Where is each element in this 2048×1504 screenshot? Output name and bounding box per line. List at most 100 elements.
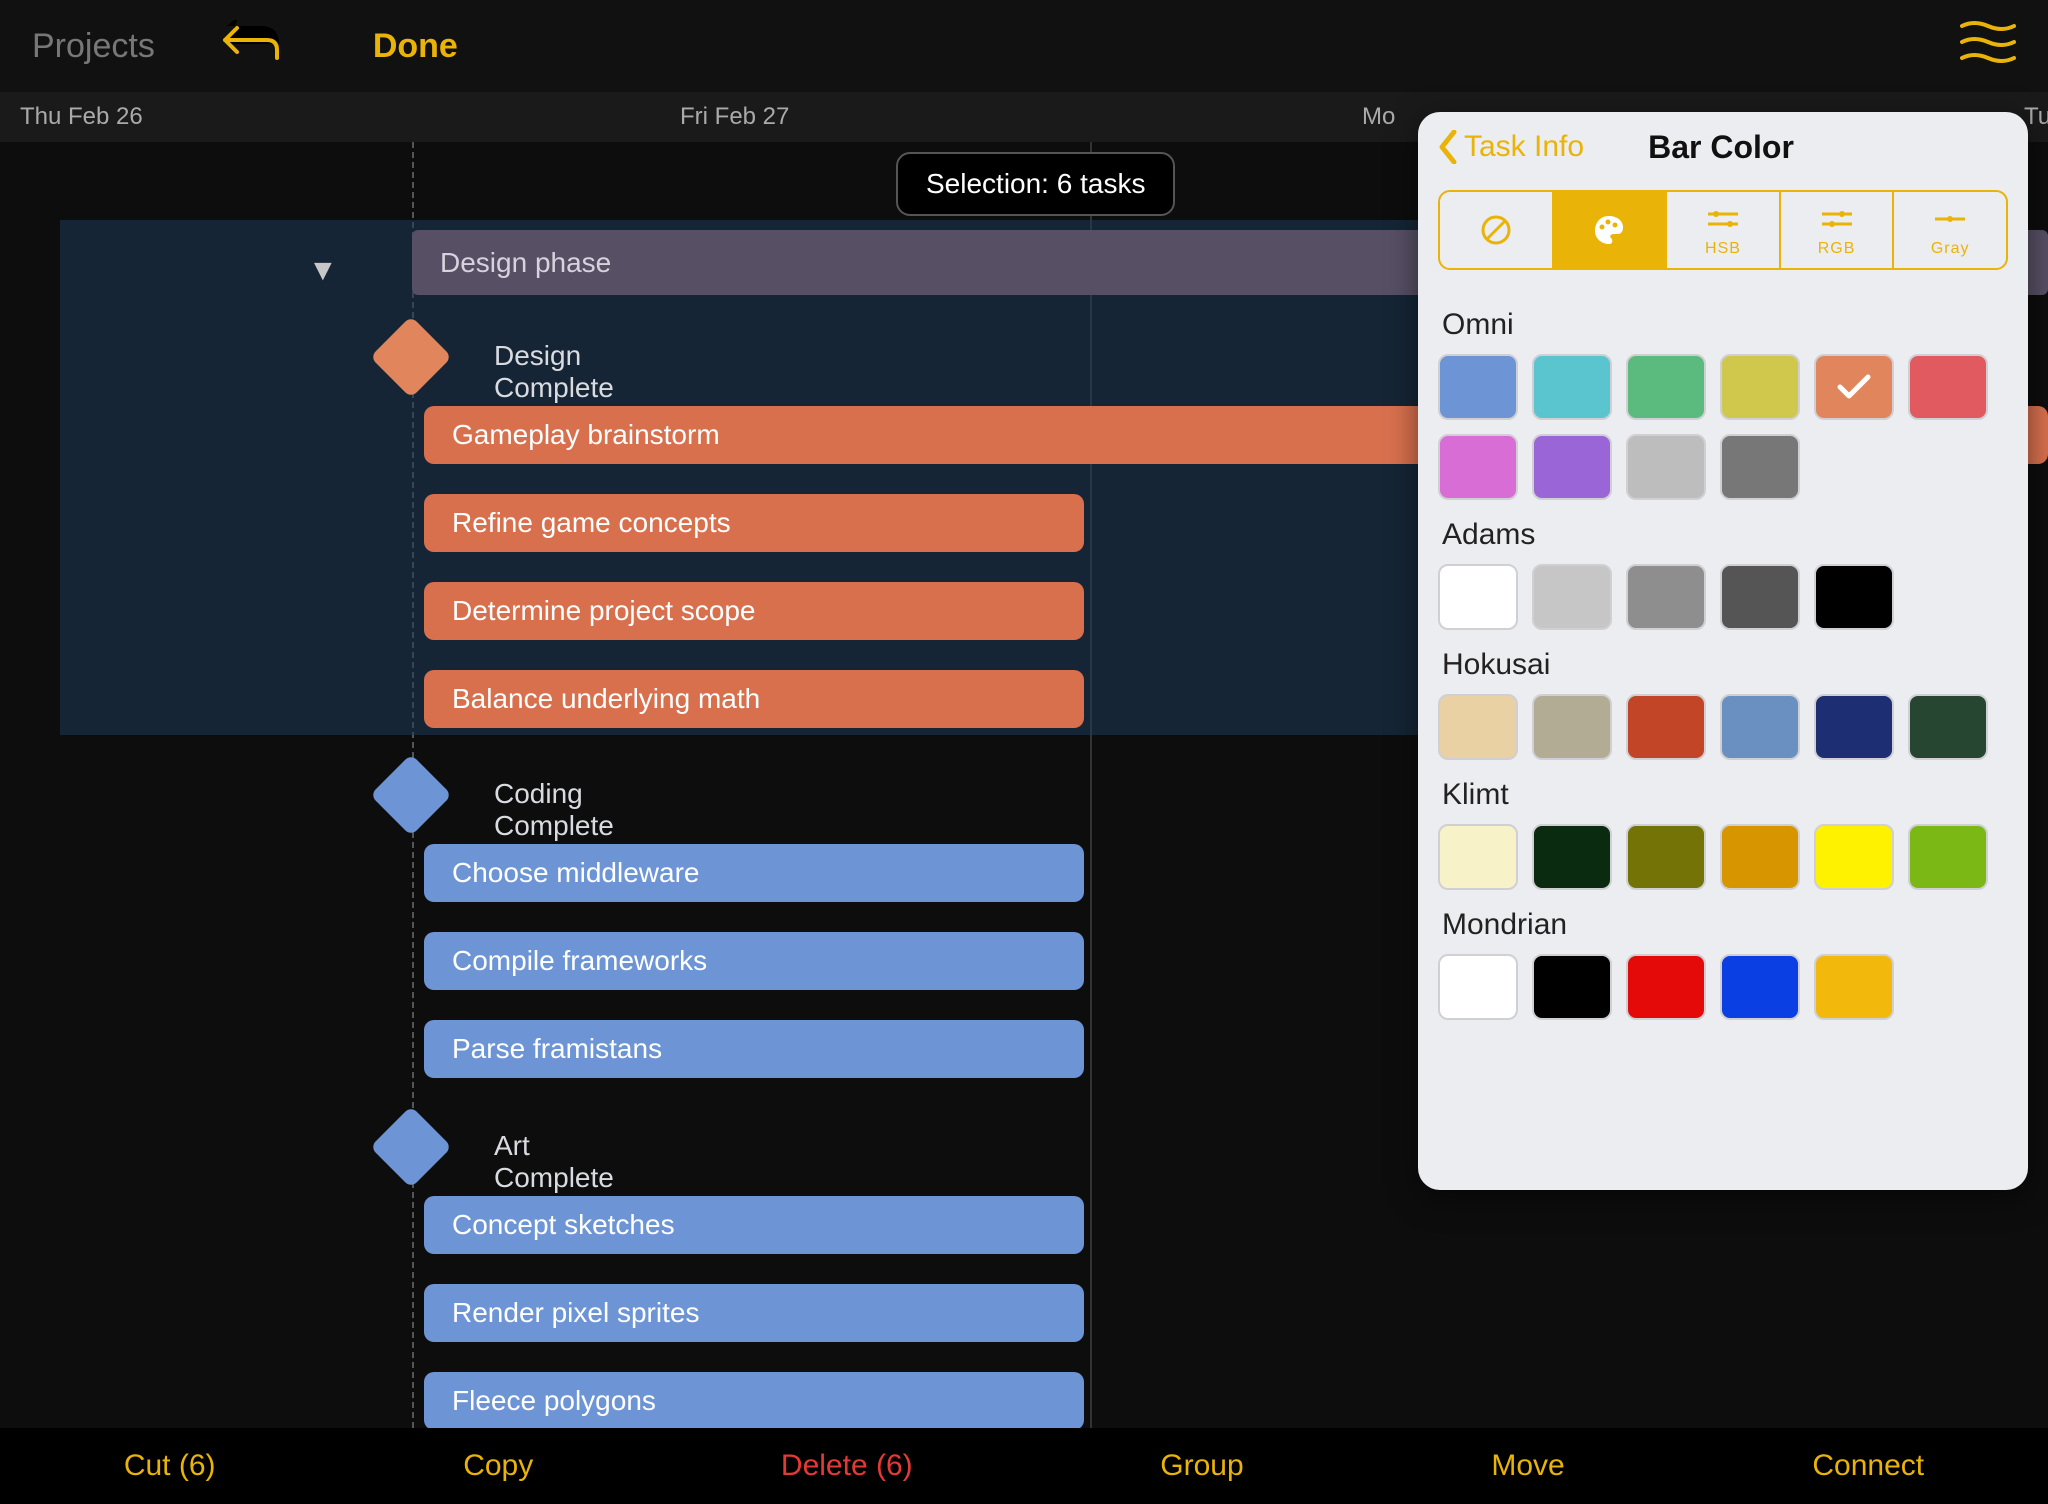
color-swatch[interactable] <box>1626 434 1706 500</box>
delete-button[interactable]: Delete (6) <box>781 1449 913 1483</box>
task-label: Parse framistans <box>452 1033 662 1065</box>
color-swatch[interactable] <box>1626 954 1706 1020</box>
action-bar: Cut (6) Copy Delete (6) Group Move Conne… <box>0 1428 2048 1504</box>
undo-icon <box>219 20 283 64</box>
color-swatch[interactable] <box>1720 564 1800 630</box>
color-mode-segmented: HSB RGB Gray <box>1438 190 2008 270</box>
task-label: Determine project scope <box>452 595 755 627</box>
design-group-bg <box>60 220 1440 735</box>
swatch-grid <box>1438 954 2008 1020</box>
mode-none[interactable] <box>1440 192 1554 268</box>
check-icon <box>1836 373 1872 401</box>
task-bar-concept-sketches[interactable]: Concept sketches <box>424 1196 1084 1254</box>
date-label: Mo <box>1362 103 1395 131</box>
color-swatch[interactable] <box>1720 354 1800 420</box>
palette-title: Mondrian <box>1442 908 2004 942</box>
color-swatch[interactable] <box>1814 824 1894 890</box>
task-bar-fleece-polygons[interactable]: Fleece polygons <box>424 1372 1084 1430</box>
color-swatch[interactable] <box>1532 564 1612 630</box>
color-swatch[interactable] <box>1720 694 1800 760</box>
swatch-grid <box>1438 354 2008 500</box>
color-swatch[interactable] <box>1438 954 1518 1020</box>
mode-label: Gray <box>1931 240 1970 258</box>
color-swatch[interactable] <box>1626 694 1706 760</box>
mode-rgb[interactable]: RGB <box>1781 192 1895 268</box>
color-swatch[interactable] <box>1532 434 1612 500</box>
milestone-art-complete[interactable] <box>370 1106 452 1188</box>
task-bar-parse-framistans[interactable]: Parse framistans <box>424 1020 1084 1078</box>
date-label: Thu Feb 26 <box>20 103 143 131</box>
color-swatch[interactable] <box>1532 954 1612 1020</box>
color-swatch[interactable] <box>1438 564 1518 630</box>
palette-title: Hokusai <box>1442 648 2004 682</box>
color-swatch[interactable] <box>1438 354 1518 420</box>
undo-button[interactable] <box>219 20 283 73</box>
color-swatch[interactable] <box>1814 564 1894 630</box>
color-swatch[interactable] <box>1438 824 1518 890</box>
mode-palette[interactable] <box>1554 192 1668 268</box>
task-bar-render-sprites[interactable]: Render pixel sprites <box>424 1284 1084 1342</box>
date-label: Tu <box>2024 103 2048 131</box>
task-bar-refine-concepts[interactable]: Refine game concepts <box>424 494 1084 552</box>
mode-hsb[interactable]: HSB <box>1667 192 1781 268</box>
color-swatch[interactable] <box>1908 354 1988 420</box>
milestone-coding-complete[interactable] <box>370 754 452 836</box>
color-swatch[interactable] <box>1532 824 1612 890</box>
menu-button[interactable] <box>1960 20 2016 73</box>
swatch-grid <box>1438 694 2008 760</box>
color-swatch[interactable] <box>1626 354 1706 420</box>
color-swatch[interactable] <box>1814 954 1894 1020</box>
projects-button[interactable]: Projects <box>32 27 155 66</box>
color-swatch[interactable] <box>1626 824 1706 890</box>
palette-title: Klimt <box>1442 778 2004 812</box>
task-label: Fleece polygons <box>452 1385 656 1417</box>
task-label: Gameplay brainstorm <box>452 419 720 451</box>
slider-icon <box>1933 202 1967 236</box>
task-label: Concept sketches <box>452 1209 675 1241</box>
bar-color-popover: Task Info Bar Color HSB <box>1418 112 2028 1190</box>
swatch-grid <box>1438 564 2008 630</box>
task-bar-compile-frameworks[interactable]: Compile frameworks <box>424 932 1084 990</box>
color-swatch[interactable] <box>1626 564 1706 630</box>
sliders-icon <box>1706 202 1740 236</box>
task-label: Balance underlying math <box>452 683 760 715</box>
disclosure-triangle[interactable]: ▼ <box>308 254 338 288</box>
color-swatch[interactable] <box>1532 694 1612 760</box>
palette-title: Omni <box>1442 308 2004 342</box>
color-swatch[interactable] <box>1720 824 1800 890</box>
menu-lines-icon <box>1960 20 2016 64</box>
popover-title: Bar Color <box>1434 129 2008 166</box>
mode-gray[interactable]: Gray <box>1894 192 2006 268</box>
task-label: Render pixel sprites <box>452 1297 699 1329</box>
color-swatch[interactable] <box>1908 824 1988 890</box>
color-swatch[interactable] <box>1908 694 1988 760</box>
task-bar-determine-scope[interactable]: Determine project scope <box>424 582 1084 640</box>
cut-button[interactable]: Cut (6) <box>124 1449 216 1483</box>
palette-list[interactable]: Omni Adams Hokusai Klimt Mondrian <box>1418 286 2028 1182</box>
done-button[interactable]: Done <box>373 27 458 66</box>
mode-label: RGB <box>1818 240 1856 258</box>
palette-title: Adams <box>1442 518 2004 552</box>
color-swatch[interactable] <box>1438 434 1518 500</box>
task-label: Refine game concepts <box>452 507 731 539</box>
task-label: Compile frameworks <box>452 945 707 977</box>
color-swatch[interactable] <box>1720 954 1800 1020</box>
copy-button[interactable]: Copy <box>463 1449 533 1483</box>
mode-label: HSB <box>1705 240 1741 258</box>
swatch-grid <box>1438 824 2008 890</box>
color-swatch[interactable] <box>1720 434 1800 500</box>
milestone-label: Design Complete <box>494 340 614 404</box>
milestone-label: Art Complete <box>494 1130 614 1194</box>
sliders-icon <box>1820 202 1854 236</box>
color-swatch[interactable] <box>1438 694 1518 760</box>
color-swatch[interactable] <box>1814 354 1894 420</box>
color-swatch[interactable] <box>1814 694 1894 760</box>
task-bar-choose-middleware[interactable]: Choose middleware <box>424 844 1084 902</box>
task-bar-balance-math[interactable]: Balance underlying math <box>424 670 1084 728</box>
color-swatch[interactable] <box>1532 354 1612 420</box>
milestone-label: Coding Complete <box>494 778 614 842</box>
group-button[interactable]: Group <box>1160 1449 1243 1483</box>
connect-button[interactable]: Connect <box>1812 1449 1924 1483</box>
palette-icon <box>1592 213 1626 247</box>
move-button[interactable]: Move <box>1491 1449 1564 1483</box>
